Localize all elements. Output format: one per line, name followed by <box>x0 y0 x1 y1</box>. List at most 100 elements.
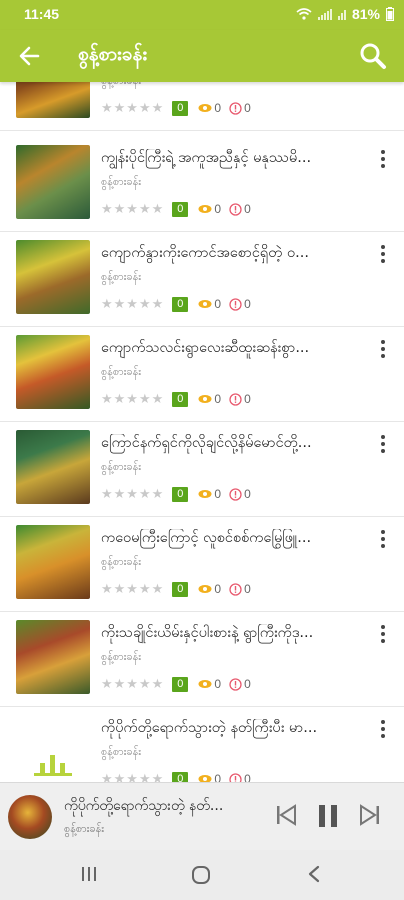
views-count: 0 <box>214 772 222 782</box>
story-author: စွန့်စားခန်း <box>101 175 142 188</box>
story-title: ကျွန်းပိုင်ကြီးရဲ့ အကူအညီနှင့် မနုဿမိ... <box>101 150 312 166</box>
battery-icon <box>386 7 394 21</box>
status-time: 11:45 <box>24 6 60 22</box>
eye-icon <box>198 775 212 782</box>
story-thumbnail <box>16 525 90 599</box>
info-icon <box>229 487 242 501</box>
more-options-icon[interactable] <box>376 530 390 550</box>
player-thumbnail <box>8 795 52 839</box>
story-title: ကိုပိုက်တို့ရောက်သွားတဲ့ နတ်ကြီးပီး မာ..… <box>101 720 318 736</box>
story-meta: ★★★★★ 0 0 0 <box>101 676 251 692</box>
list-item[interactable]: စွန့်စားခန်း ★★★★★ 0 0 0 <box>0 82 404 131</box>
info-count: 0 <box>244 392 251 406</box>
count-badge: 0 <box>172 391 189 407</box>
count-badge: 0 <box>172 486 189 502</box>
battery-percent: 81% <box>351 6 380 22</box>
info-icon <box>229 677 242 691</box>
player-title: ကိုပိုက်တို့ရောက်သွားတဲ့ နတ်... <box>64 798 224 814</box>
list-item[interactable]: ကျောက်သလင်းရွာလေးဆီထူးဆန်းစွာ... စွန့်စာ… <box>0 327 404 422</box>
signal-icon-2 <box>337 8 346 20</box>
list-item[interactable]: ကျောက်နွားကိုးကောင်အစောင့်ရှိတဲ့ ဝ... စွ… <box>0 232 404 327</box>
more-options-icon[interactable] <box>376 245 390 265</box>
views-count: 0 <box>214 101 222 115</box>
search-icon[interactable] <box>358 41 388 71</box>
info-icon <box>229 101 242 115</box>
story-author: စွန့်စားခန်း <box>101 745 142 758</box>
eye-icon <box>198 104 212 112</box>
story-meta: ★★★★★ 0 0 0 <box>101 771 251 782</box>
count-badge: 0 <box>172 581 189 597</box>
count-badge: 0 <box>172 201 189 217</box>
story-author: စွန့်စားခန်း <box>101 82 141 90</box>
back-arrow-icon[interactable] <box>16 42 44 70</box>
info-count: 0 <box>244 772 251 782</box>
recent-apps-icon[interactable] <box>80 864 98 884</box>
info-icon <box>229 772 242 782</box>
story-meta: ★★★★★ 0 0 0 <box>101 100 251 116</box>
count-badge: 0 <box>172 771 189 782</box>
story-meta: ★★★★★ 0 0 0 <box>101 581 251 597</box>
system-nav-bar <box>0 850 404 900</box>
info-icon <box>229 582 242 596</box>
home-icon[interactable] <box>190 864 212 886</box>
count-badge: 0 <box>172 676 189 692</box>
eye-icon <box>198 585 212 593</box>
list-item[interactable]: ကဝေမကြီးကြောင့် လူစင်စစ်ကမြွေဖြူ... စွန့… <box>0 517 404 612</box>
count-badge: 0 <box>172 100 189 116</box>
info-count: 0 <box>244 202 251 216</box>
signal-icon <box>317 8 332 20</box>
pause-icon[interactable] <box>316 803 340 829</box>
back-nav-icon[interactable] <box>306 864 322 884</box>
next-track-icon[interactable] <box>358 803 382 827</box>
story-title: ကျောက်သလင်းရွာလေးဆီထူးဆန်းစွာ... <box>101 340 310 356</box>
story-meta: ★★★★★ 0 0 0 <box>101 391 251 407</box>
story-thumbnail <box>16 240 90 314</box>
status-icons: 81% <box>296 6 394 22</box>
views-count: 0 <box>214 202 222 216</box>
views-count: 0 <box>214 487 222 501</box>
info-count: 0 <box>244 101 251 115</box>
list-item[interactable]: ကြောင်နက်ရှင်ကိုလိုချင်လို့နိမ်မောင်တို့… <box>0 422 404 517</box>
story-author: စွန့်စားခန်း <box>101 270 142 283</box>
info-icon <box>229 392 242 406</box>
more-options-icon[interactable] <box>376 435 390 455</box>
rating-stars: ★★★★★ <box>101 771 165 783</box>
story-title: ကိုးသချိုင်းယိမ်းနှင့်ပါးစားနဲ့ ရွာကြီးက… <box>101 625 314 641</box>
eye-icon <box>198 395 212 403</box>
story-thumbnail <box>16 430 90 504</box>
views-count: 0 <box>214 392 222 406</box>
rating-stars: ★★★★★ <box>101 391 165 407</box>
list-item[interactable]: ကိုပိုက်တို့ရောက်သွားတဲ့ နတ်ကြီးပီး မာ..… <box>0 707 404 782</box>
more-options-icon[interactable] <box>376 340 390 360</box>
loading-placeholder-icon <box>34 755 72 776</box>
info-count: 0 <box>244 487 251 501</box>
story-author: စွန့်စားခန်း <box>101 650 142 663</box>
info-icon <box>229 202 242 216</box>
list-item[interactable]: ကျွန်းပိုင်ကြီးရဲ့ အကူအညီနှင့် မနုဿမိ...… <box>0 137 404 232</box>
views-count: 0 <box>214 582 222 596</box>
views-count: 0 <box>214 677 222 691</box>
mini-player[interactable]: ကိုပိုက်တို့ရောက်သွားတဲ့ နတ်... စွန့်စား… <box>0 782 404 850</box>
status-bar: 11:45 81% <box>0 0 404 30</box>
rating-stars: ★★★★★ <box>101 486 165 502</box>
rating-stars: ★★★★★ <box>101 581 165 597</box>
story-title: ကြောင်နက်ရှင်ကိုလိုချင်လို့နိမ်မောင်တို့… <box>101 435 312 451</box>
player-author: စွန့်စားခန်း <box>64 822 105 835</box>
story-thumbnail <box>16 620 90 694</box>
eye-icon <box>198 490 212 498</box>
story-list[interactable]: စွန့်စားခန်း ★★★★★ 0 0 0 ကျွန်းပိုင်ကြီး… <box>0 82 404 782</box>
info-count: 0 <box>244 582 251 596</box>
more-options-icon[interactable] <box>376 150 390 170</box>
wifi-icon <box>296 8 312 20</box>
page-title: စွန့်စားခန်း <box>78 43 148 65</box>
story-thumbnail <box>16 335 90 409</box>
rating-stars: ★★★★★ <box>101 100 165 116</box>
previous-track-icon[interactable] <box>274 803 298 827</box>
list-item[interactable]: ကိုးသချိုင်းယိမ်းနှင့်ပါးစားနဲ့ ရွာကြီးက… <box>0 612 404 707</box>
more-options-icon[interactable] <box>376 720 390 740</box>
count-badge: 0 <box>172 296 189 312</box>
story-meta: ★★★★★ 0 0 0 <box>101 486 251 502</box>
story-title: ကျောက်နွားကိုးကောင်အစောင့်ရှိတဲ့ ဝ... <box>101 245 309 261</box>
app-bar: စွန့်စားခန်း <box>0 30 404 82</box>
more-options-icon[interactable] <box>376 625 390 645</box>
